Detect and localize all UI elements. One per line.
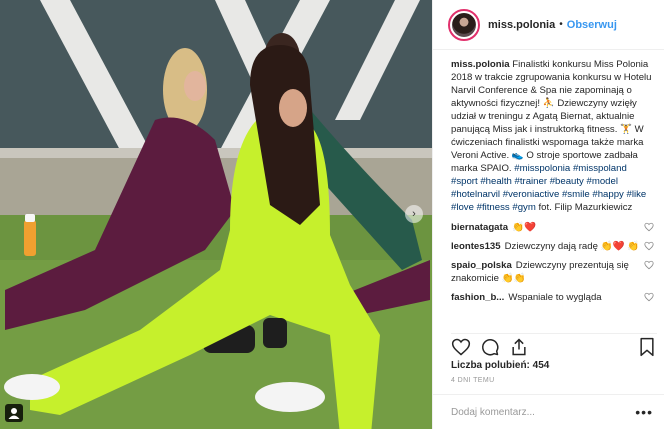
likes-number: 454 xyxy=(532,360,550,371)
caption-hashtag[interactable]: #sport xyxy=(451,176,478,187)
comment-content: leontes135 Dziewczyny dają radę 👏❤️ 👏 xyxy=(451,240,639,253)
add-comment-bar: ••• xyxy=(433,394,664,429)
comment-content: fashion_b... Wspaniale to wygląda xyxy=(451,291,602,304)
author-avatar[interactable] xyxy=(448,8,480,41)
comment-text: Dziewczyny dają radę 👏❤️ 👏 xyxy=(504,241,640,252)
comments-list[interactable]: miss.polonia Finalistki konkursu Miss Po… xyxy=(451,58,656,330)
comment-text: Wspaniale to wygląda xyxy=(508,292,602,303)
caption-hashtag[interactable]: #model xyxy=(587,176,618,187)
caption-hashtag[interactable]: #hotelnarvil xyxy=(451,189,500,200)
caption-hashtag[interactable]: #beauty xyxy=(550,176,584,187)
post-side-panel: miss.polonia • Obserwuj miss.polonia Fin… xyxy=(432,0,664,429)
caption-hashtag[interactable]: #health xyxy=(480,176,511,187)
next-image-arrow[interactable]: › xyxy=(405,205,423,223)
post-actions xyxy=(451,333,657,357)
comment-heart-icon[interactable] xyxy=(644,260,654,270)
heart-icon[interactable] xyxy=(451,337,471,357)
comment-content: spaio_polska Dziewczyny prezentują się zn… xyxy=(451,259,640,285)
more-options-icon[interactable]: ••• xyxy=(635,404,653,420)
post-header: miss.polonia • Obserwuj xyxy=(433,0,664,50)
comment-row: biernatagata 👏❤️ xyxy=(451,221,656,234)
follow-button[interactable]: Obserwuj xyxy=(567,19,617,31)
comment-heart-icon[interactable] xyxy=(644,222,654,232)
comment-username[interactable]: spaio_polska xyxy=(451,260,512,271)
comment-text: 👏❤️ xyxy=(512,222,536,233)
caption-hashtag[interactable]: #veroniactive xyxy=(503,189,560,200)
photo-scene xyxy=(0,0,432,429)
caption-username[interactable]: miss.polonia xyxy=(451,59,510,70)
user-tag-icon[interactable] xyxy=(5,404,23,422)
comment-content: biernatagata 👏❤️ xyxy=(451,221,536,234)
post-caption: miss.polonia Finalistki konkursu Miss Po… xyxy=(451,58,656,214)
comment-heart-icon[interactable] xyxy=(644,292,654,302)
comment-username[interactable]: fashion_b... xyxy=(451,292,504,303)
caption-hashtag[interactable]: #happy xyxy=(592,189,623,200)
caption-hashtag[interactable]: #like xyxy=(627,189,647,200)
comment-input[interactable] xyxy=(451,406,636,418)
comment-username[interactable]: leontes135 xyxy=(451,241,501,252)
header-separator: • xyxy=(559,19,563,30)
bookmark-icon[interactable] xyxy=(637,337,657,357)
caption-hashtag[interactable]: #trainer xyxy=(515,176,548,187)
likes-label: Liczba polubień: xyxy=(451,360,530,371)
comment-row: leontes135 Dziewczyny dają radę 👏❤️ 👏 xyxy=(451,240,656,253)
caption-hashtag[interactable]: #love xyxy=(451,202,474,213)
author-username[interactable]: miss.polonia xyxy=(488,19,555,31)
post-timestamp[interactable]: 4 DNI TEMU xyxy=(451,377,495,384)
comment-heart-icon[interactable] xyxy=(644,241,654,251)
caption-hashtag[interactable]: #smile xyxy=(562,189,590,200)
user-tag-glyph xyxy=(8,408,20,419)
comment-row: fashion_b... Wspaniale to wygląda xyxy=(451,291,656,304)
post-photo[interactable]: › xyxy=(0,0,432,429)
comment-username[interactable]: biernatagata xyxy=(451,222,508,233)
caption-fragment: fot. Filip Mazurkiewicz xyxy=(535,202,633,213)
caption-hashtag[interactable]: #fitness xyxy=(477,202,510,213)
caption-text: Finalistki konkursu Miss Polonia 2018 w … xyxy=(451,59,652,213)
caption-hashtag[interactable]: #misspolonia xyxy=(514,163,570,174)
comment-row: spaio_polska Dziewczyny prezentują się zn… xyxy=(451,259,656,285)
caption-hashtag[interactable]: #misspoland xyxy=(573,163,627,174)
caption-hashtag[interactable]: #gym xyxy=(512,202,535,213)
comment-icon[interactable] xyxy=(480,337,500,357)
share-icon[interactable] xyxy=(509,337,529,357)
likes-count[interactable]: Liczba polubień: 454 xyxy=(451,360,549,371)
